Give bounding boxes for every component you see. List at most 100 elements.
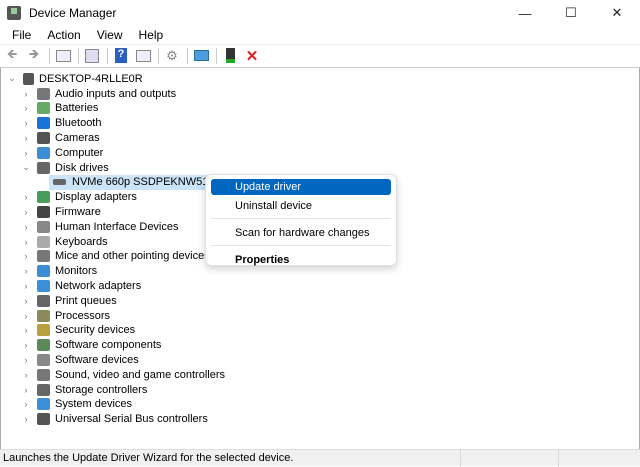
universal-serial-bus-controllers-icon [37,413,50,426]
tree-item-security-devices[interactable]: › Security devices [21,323,135,338]
tree-item-label: Audio inputs and outputs [55,87,177,100]
tree-item-system-devices[interactable]: › System devices [21,397,132,412]
tree-item-human-interface-devices[interactable]: › Human Interface Devices [21,219,179,234]
chevron-right-icon[interactable]: › [21,311,31,321]
tree-item-bluetooth[interactable]: › Bluetooth [21,116,101,131]
uninstall-icon[interactable]: ✕ [243,47,261,65]
chevron-right-icon[interactable]: › [21,207,31,217]
menu-separator [211,218,391,219]
chevron-right-icon[interactable]: › [21,192,31,202]
toolbar-divider [187,47,188,64]
tree-item-monitors[interactable]: › Monitors [21,264,97,279]
tree-item-audio-inputs-and-outputs[interactable]: › Audio inputs and outputs [21,86,176,101]
monitors-icon [37,265,50,278]
forward-icon[interactable]: 🡺 [25,46,43,65]
storage-controllers-icon [37,383,50,396]
tree-item-batteries[interactable]: › Batteries [21,101,98,116]
batteries-icon [37,102,50,115]
chevron-right-icon[interactable]: › [21,385,31,395]
chevron-right-icon[interactable]: › [21,399,31,409]
tree-item-network-adapters[interactable]: › Network adapters [21,278,141,293]
menu-action[interactable]: Action [39,28,88,42]
chevron-right-icon[interactable]: › [21,251,31,261]
chevron-right-icon[interactable]: › [21,118,31,128]
audio-inputs-and-outputs-icon [37,87,50,100]
chevron-right-icon[interactable]: › [21,133,31,143]
tree-item-label: Computer [55,146,104,159]
toolbar-divider [78,47,79,64]
properties-icon[interactable] [83,47,101,65]
tree-item-label: Display adapters [55,191,137,204]
toolbar-divider [107,47,108,64]
scan-hardware-icon[interactable]: ⚙ [163,47,181,65]
toolbar-divider [158,47,159,64]
tree-item-processors[interactable]: › Processors [21,308,110,323]
minimize-button[interactable]: — [502,0,548,26]
tree-item-sound-video-and-game-controllers[interactable]: › Sound, video and game controllers [21,367,225,382]
chevron-right-icon[interactable]: › [21,148,31,158]
firmware-icon [37,205,50,218]
tree-item-computer[interactable]: › Computer [21,145,103,160]
system-devices-icon [37,398,50,411]
maximize-button[interactable]: ☐ [548,0,594,26]
tree-item-label: Cameras [55,131,100,144]
chevron-right-icon[interactable]: › [21,370,31,380]
close-button[interactable]: ✕ [594,0,640,26]
menu-help[interactable]: Help [131,28,172,42]
tree-item-label: Software devices [55,353,139,366]
chevron-right-icon[interactable]: › [21,296,31,306]
tree-item-firmware[interactable]: › Firmware [21,204,101,219]
device-manager-icon [7,6,21,20]
print-queues-icon [37,294,50,307]
status-bar: Launches the Update Driver Wizard for th… [0,449,640,467]
tree-item-label: Firmware [55,205,101,218]
tree-item-print-queues[interactable]: › Print queues [21,293,117,308]
update-driver-icon[interactable] [221,47,239,65]
chevron-right-icon[interactable]: › [21,103,31,113]
toolbar-divider [216,47,217,64]
tree-item-storage-controllers[interactable]: › Storage controllers [21,382,147,397]
chevron-right-icon[interactable]: › [21,414,31,424]
tree-item-software-components[interactable]: › Software components [21,338,161,353]
tree-item-keyboards[interactable]: › Keyboards [21,234,108,249]
menu-item-scan-hardware[interactable]: Scan for hardware changes [211,225,391,241]
chevron-right-icon[interactable]: › [21,355,31,365]
tree-item-software-devices[interactable]: › Software devices [21,352,139,367]
menu-item-uninstall-device[interactable]: Uninstall device [211,198,391,214]
tree-item-label: Mice and other pointing devices [55,250,210,263]
tree-item-disk-drives[interactable]: ⌄ Disk drives [21,160,109,175]
software-components-icon [37,339,50,352]
tree-item-label: Monitors [55,265,98,278]
monitor-icon[interactable] [192,47,210,65]
bluetooth-icon [37,117,50,130]
chevron-right-icon[interactable]: › [21,89,31,99]
chevron-right-icon[interactable]: › [21,325,31,335]
tree-item-cameras[interactable]: › Cameras [21,130,100,145]
tree-item-label: Universal Serial Bus controllers [55,413,208,426]
context-menu: Update driver Uninstall device Scan for … [205,174,397,266]
chevron-right-icon[interactable]: › [21,237,31,247]
show-hide-console-tree-icon[interactable] [54,47,72,65]
tree-item-universal-serial-bus-controllers[interactable]: › Universal Serial Bus controllers [21,412,208,427]
chevron-right-icon[interactable]: › [21,281,31,291]
menu-view[interactable]: View [89,28,131,42]
chevron-right-icon[interactable]: › [21,340,31,350]
menu-item-update-driver[interactable]: Update driver [211,179,391,195]
tree-item-mice-and-other-pointing-devices[interactable]: › Mice and other pointing devices [21,249,210,264]
tree-item-label: Bluetooth [55,117,102,130]
back-icon[interactable]: 🡸 [3,46,21,65]
menu-file[interactable]: File [4,28,39,42]
chevron-right-icon[interactable]: › [21,266,31,276]
toolbar: 🡸 🡺 ? ⚙ ✕ [0,44,640,66]
tree-item-display-adapters[interactable]: › Display adapters [21,190,137,205]
chevron-down-icon[interactable]: ⌄ [7,73,17,84]
help-icon[interactable]: ? [112,47,130,65]
chevron-down-icon[interactable]: ⌄ [21,162,31,173]
tree-item-label: Sound, video and game controllers [55,368,225,381]
tree-root[interactable]: ⌄ DESKTOP-4RLLE0R [7,71,143,86]
tree-item-label: Processors [55,309,111,322]
chevron-right-icon[interactable]: › [21,222,31,232]
action-pane-icon[interactable] [134,47,152,65]
menu-item-properties[interactable]: Properties [211,252,391,268]
tree-item-label: Security devices [55,324,136,337]
